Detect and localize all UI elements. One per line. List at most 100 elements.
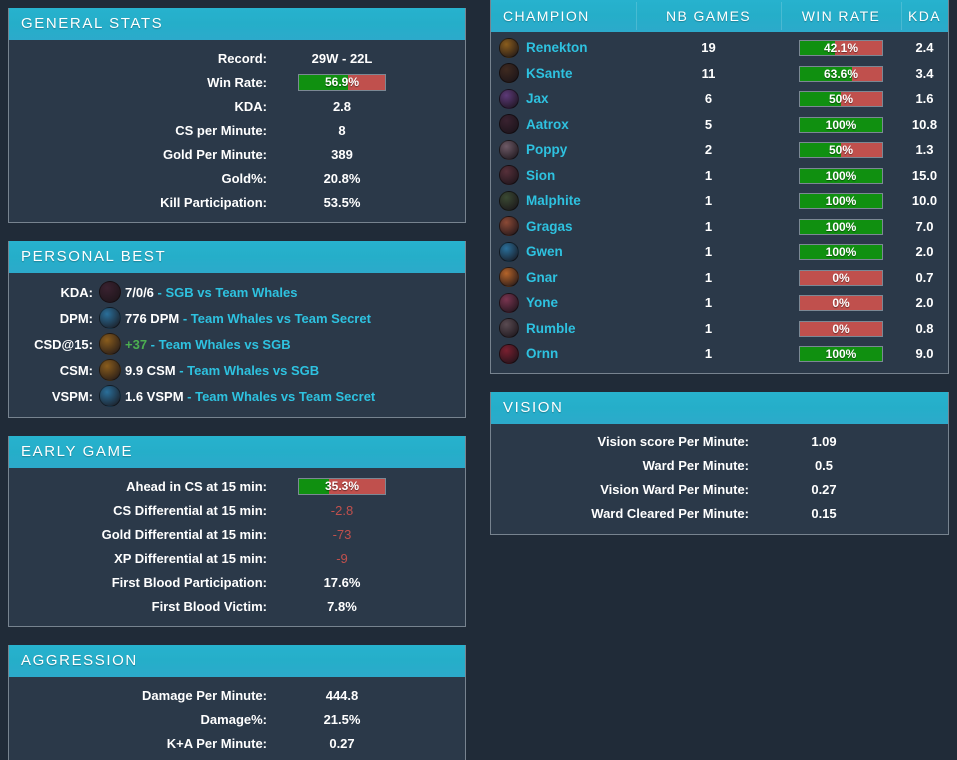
champion-name-link[interactable]: Sion — [526, 168, 555, 183]
column-header-kda[interactable]: KDA — [901, 2, 948, 30]
stat-row: Damage Per Minute: 444.8 — [9, 683, 465, 707]
win-rate-cell: 42.1% — [781, 39, 901, 57]
stat-row: Win Rate: 56.9% — [9, 70, 465, 94]
table-row[interactable]: Ornn 1 100% 9.0 — [491, 341, 948, 367]
table-row[interactable]: Gwen 1 100% 2.0 — [491, 239, 948, 265]
stat-row: Gold Differential at 15 min: -73 — [9, 522, 465, 546]
table-row[interactable]: Aatrox 5 100% 10.8 — [491, 112, 948, 138]
early-game-title: EARLY GAME — [9, 436, 465, 468]
champion-name-link[interactable]: Aatrox — [526, 117, 569, 132]
kda-cell: 2.0 — [915, 244, 934, 260]
nb-games-cell: 1 — [704, 244, 713, 260]
champion-portrait-icon — [499, 139, 519, 160]
champion-cell: Sion — [491, 165, 636, 186]
stat-value: 389 — [331, 146, 353, 162]
vision-panel: VISION Vision score Per Minute: 1.09 Ward … — [490, 391, 949, 535]
personal-best-row: CSD@15: +37 - Team Whales vs SGB — [9, 331, 465, 357]
stat-value: -2.8 — [330, 502, 354, 518]
stat-label: Kill Participation: — [160, 194, 267, 210]
personal-best-value: 776 DPM — [125, 310, 180, 326]
champion-name-link[interactable]: Poppy — [526, 142, 567, 157]
aggression-rows: Damage Per Minute: 444.8 Damage%: 21.5% K+A … — [9, 677, 465, 760]
win-rate-cell: 0% — [781, 320, 901, 337]
nb-games-cell: 1 — [704, 320, 713, 336]
champion-name-link[interactable]: Ornn — [526, 346, 558, 361]
champion-name-link[interactable]: Gwen — [526, 244, 563, 259]
champion-cell: Gragas — [491, 216, 636, 237]
personal-best-separator: - — [175, 362, 188, 378]
personal-best-rows: KDA: 7/0/6 - SGB vs Team Whales DPM: 776 DP… — [9, 273, 465, 417]
table-row[interactable]: KSante 11 63.6% 3.4 — [491, 61, 948, 87]
aggression-title: AGGRESSION — [9, 645, 465, 677]
champion-cell: Yone — [491, 292, 636, 313]
column-header-champion[interactable]: CHAMPION — [491, 8, 636, 24]
stat-row: K+A Per Minute: 0.27 — [9, 731, 465, 755]
champion-name-link[interactable]: KSante — [526, 66, 573, 81]
early-game-rows: Ahead in CS at 15 min: 35.3% CS Differenti… — [9, 468, 465, 626]
champion-portrait-icon — [499, 267, 519, 288]
table-row[interactable]: Malphite 1 100% 10.0 — [491, 188, 948, 214]
champion-name-link[interactable]: Malphite — [526, 193, 581, 208]
win-rate-cell: 100% — [781, 192, 901, 210]
personal-best-label: CSM: — [59, 362, 93, 378]
table-row[interactable]: Jax 6 50% 1.6 — [491, 86, 948, 112]
stat-row: First Blood Participation: 17.6% — [9, 570, 465, 594]
champion-portrait-icon — [499, 88, 519, 109]
stat-label: Damage Per Minute: — [142, 687, 267, 703]
champion-cell: Jax — [491, 88, 636, 109]
stats-dashboard: GENERAL STATS Record: 29W - 22L Win Rate: 5… — [0, 0, 957, 760]
win-rate-cell: 100% — [781, 218, 901, 235]
personal-best-label: KDA: — [60, 284, 94, 300]
table-row[interactable]: Poppy 2 50% 1.3 — [491, 137, 948, 163]
champion-table-body: Renekton 19 42.1% 2.4 KSante 1 1 63.6% 3.4 Jax 6 50… — [491, 32, 948, 373]
stat-row: XP Differential at 15 min: -9 — [9, 546, 465, 570]
champion-name-link[interactable]: Gnar — [526, 270, 558, 285]
stat-value: 7.8% — [327, 598, 357, 614]
kda-cell: 3.4 — [915, 65, 934, 81]
table-row[interactable]: Renekton 19 42.1% 2.4 — [491, 35, 948, 61]
table-row[interactable]: Gnar 1 0% 0.7 — [491, 265, 948, 291]
stat-row: Gold%: 20.8% — [9, 166, 465, 190]
kda-cell: 15.0 — [911, 167, 938, 183]
table-row[interactable]: Sion 1 100% 15.0 — [491, 163, 948, 189]
stat-label: XP Differential at 15 min: — [114, 550, 267, 566]
win-rate-bar: 42.1% — [799, 40, 883, 57]
table-row[interactable]: Rumble 1 0% 0.8 — [491, 316, 948, 342]
champion-portrait-icon — [499, 318, 519, 339]
personal-best-match-link[interactable]: Team Whales vs Team Secret — [191, 311, 371, 326]
win-rate-bar: 100% — [799, 346, 883, 363]
table-row[interactable]: Yone 1 0% 2.0 — [491, 290, 948, 316]
champion-name-link[interactable]: Renekton — [526, 40, 588, 55]
personal-best-match-link[interactable]: Team Whales vs Team Secret — [195, 389, 375, 404]
stat-value: 21.5% — [323, 711, 361, 727]
stat-label: K+A Per Minute: — [166, 735, 267, 751]
champion-name-link[interactable]: Gragas — [526, 219, 573, 234]
stat-value: 35.3% — [277, 477, 407, 495]
personal-best-match-link[interactable]: Team Whales vs SGB — [187, 363, 319, 378]
nb-games-cell: 1 — [704, 295, 713, 311]
champion-name-link[interactable]: Jax — [526, 91, 549, 106]
personal-best-match-link[interactable]: Team Whales vs SGB — [159, 337, 291, 352]
champion-name-link[interactable]: Rumble — [526, 321, 576, 336]
champion-portrait-icon — [499, 190, 519, 211]
win-rate-bar-label: 35.3% — [324, 478, 360, 493]
champion-portrait-icon — [499, 165, 519, 186]
nb-games-cell: 1 — [704, 269, 713, 285]
win-rate-cell: 0% — [781, 294, 901, 312]
personal-best-text: +37 - Team Whales vs SGB — [125, 337, 291, 352]
kda-cell: 2.0 — [915, 295, 934, 311]
win-rate-cell: 63.6% — [781, 65, 901, 82]
win-rate-cell: 50% — [781, 90, 901, 108]
champion-cell: Rumble — [491, 318, 636, 339]
table-row[interactable]: Gragas 1 100% 7.0 — [491, 214, 948, 240]
stat-label: Record: — [217, 50, 267, 66]
personal-best-match-link[interactable]: SGB vs Team Whales — [165, 285, 297, 300]
column-header-win-rate[interactable]: WIN RATE — [781, 2, 901, 30]
stat-label: CS Differential at 15 min: — [113, 502, 267, 518]
win-rate-bar: 0% — [799, 269, 883, 286]
personal-best-separator: - — [153, 284, 166, 300]
column-header-nb-games[interactable]: NB GAMES — [636, 2, 781, 30]
win-rate-cell: 100% — [781, 243, 901, 261]
personal-best-text: 776 DPM - Team Whales vs Team Secret — [125, 311, 371, 326]
champion-name-link[interactable]: Yone — [526, 295, 558, 310]
